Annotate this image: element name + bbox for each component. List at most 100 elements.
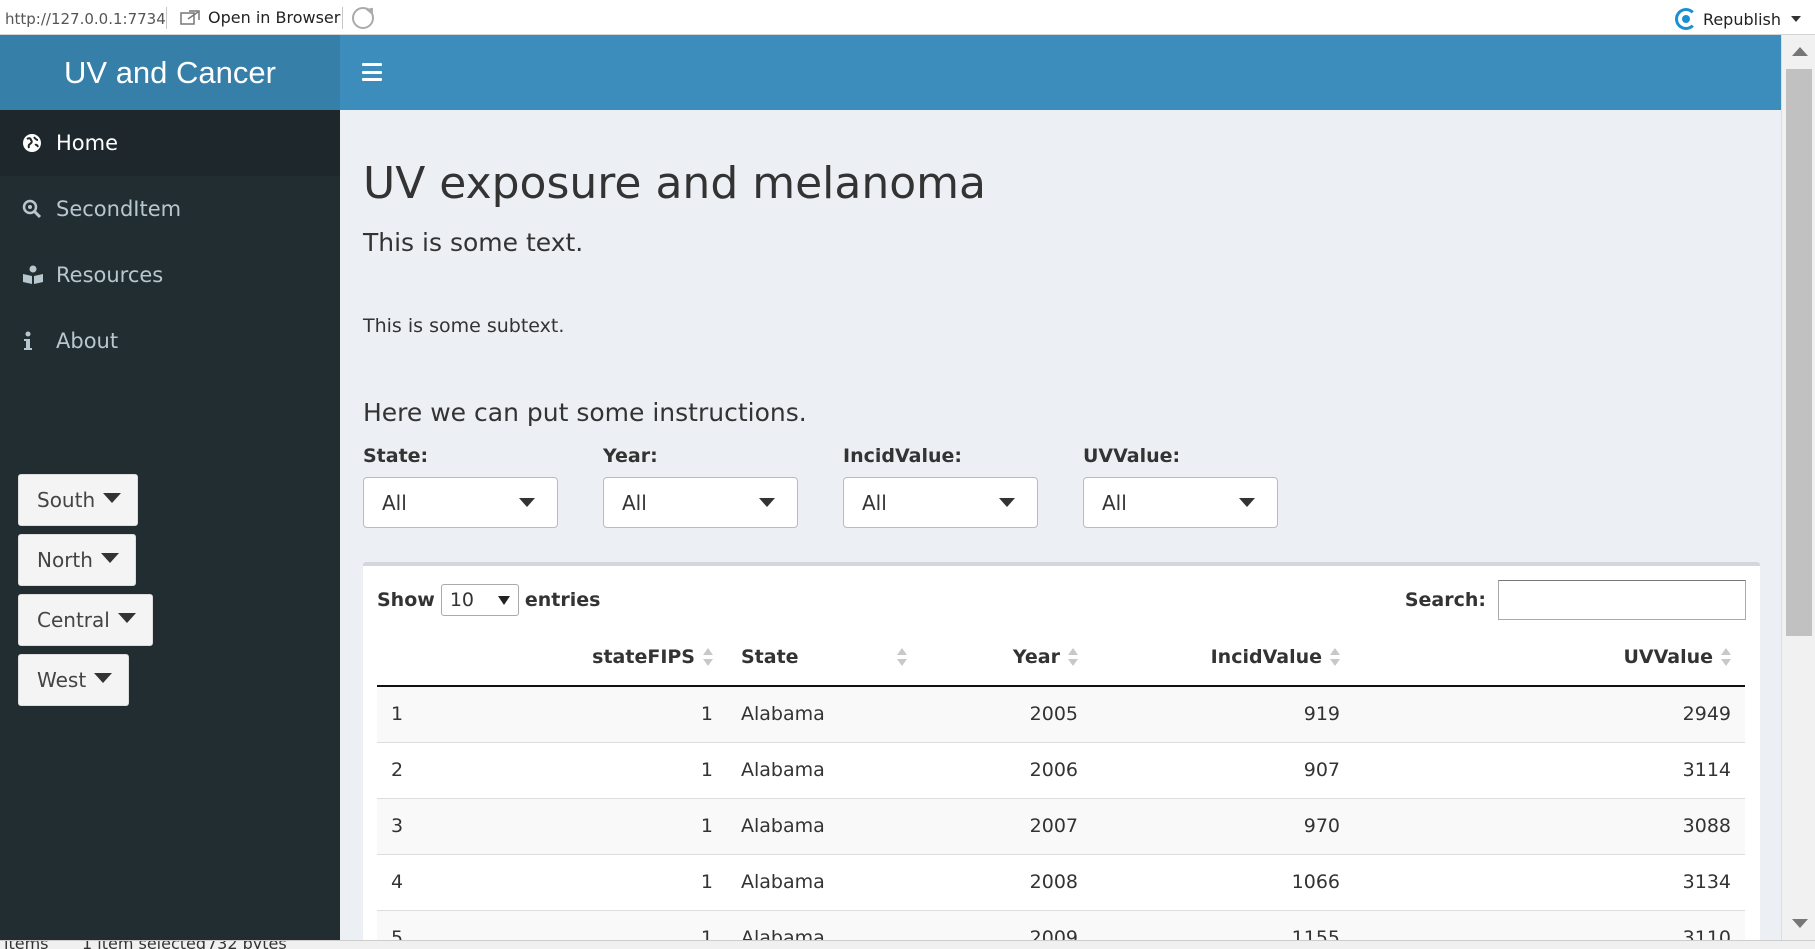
chevron-down-icon [1791,16,1801,22]
cell-index: 5 [377,910,487,940]
dropdown-label: South [37,488,96,512]
north-dropdown-button[interactable]: North [18,534,136,586]
cell-index: 3 [377,798,487,855]
incidvalue-select[interactable]: All [843,477,1038,528]
address-url[interactable]: http://127.0.0.1:7734 [5,10,166,28]
central-dropdown-button[interactable]: Central [18,594,153,646]
caret-down-icon [1239,498,1255,507]
sidebar-item-about[interactable]: About [0,308,340,374]
entries-select[interactable]: 10 [440,584,519,616]
state-select[interactable]: All [363,477,558,528]
cell-statefips: 1 [487,686,727,743]
south-dropdown-button[interactable]: South [18,474,139,526]
dropdown-label: North [37,548,93,572]
status-selected: 1 item selected [82,941,206,949]
republish-button[interactable]: Republish [1674,8,1801,30]
vertical-scrollbar[interactable] [1781,35,1815,940]
dropdown-label: Central [37,608,110,632]
cell-uvvalue: 3088 [1354,798,1745,855]
table-header-row: stateFIPS State Year IncidValue UVValue [377,628,1745,687]
table-row[interactable]: 3 1 Alabama 2007 970 3088 [377,798,1745,855]
cell-incidvalue: 1155 [1092,910,1354,940]
open-window-icon [180,9,200,25]
subtext: This is some subtext. [363,315,565,337]
cell-incidvalue: 1066 [1092,854,1354,911]
column-header-state[interactable]: State [727,628,917,687]
sidebar-item-label: Home [56,131,119,155]
select-value: All [622,490,647,515]
filter-label: Year: [603,445,658,467]
sidebar-item-home[interactable]: Home [0,110,340,176]
cell-state: Alabama [727,910,917,940]
select-value: All [382,490,407,515]
info-icon [22,331,56,351]
toolbar-separator [166,7,167,29]
select-value: All [1102,490,1127,515]
filter-label: UVValue: [1083,445,1181,467]
west-dropdown-button[interactable]: West [18,654,130,706]
sidebar-item-resources[interactable]: Resources [0,242,340,308]
caret-down-icon [759,498,775,507]
entries-label: entries [524,589,601,611]
table-row[interactable]: 2 1 Alabama 2006 907 3114 [377,742,1745,799]
sidebar-item-seconditem[interactable]: SecondItem [0,176,340,242]
refresh-icon[interactable] [352,7,374,29]
cell-uvvalue: 3114 [1354,742,1745,799]
status-size: 732 bytes [207,941,287,949]
open-in-browser-button[interactable]: Open in Browser [180,8,340,27]
table-row[interactable]: 5 1 Alabama 2009 1155 3110 [377,910,1745,940]
cell-state: Alabama [727,854,917,911]
republish-label: Republish [1702,9,1781,29]
sort-icon [1330,647,1340,667]
toolbar-separator [342,7,343,29]
sort-icon [897,647,907,667]
column-header-statefips[interactable]: stateFIPS [487,628,727,687]
cell-year: 2008 [917,854,1092,911]
cell-year: 2007 [917,798,1092,855]
open-in-browser-label: Open in Browser [208,8,341,27]
uvvalue-select[interactable]: All [1083,477,1278,528]
sidebar: Home SecondItem Resources About South No… [0,110,340,940]
sidebar-item-label: About [56,329,119,353]
scroll-down-icon[interactable] [1792,919,1808,928]
cell-year: 2005 [917,686,1092,743]
sort-icon [703,647,713,667]
cell-state: Alabama [727,686,917,743]
uvvalue-filter: UVValue: All [1083,445,1278,528]
table-row[interactable]: 4 1 Alabama 2008 1066 3134 [377,854,1745,911]
cell-statefips: 1 [487,742,727,799]
sidebar-item-label: SecondItem [56,197,182,221]
scrollbar-thumb[interactable] [1786,69,1812,636]
table-search: Search: [1405,580,1746,620]
sidebar-item-label: Resources [56,263,164,287]
cell-index: 1 [377,686,487,743]
sidebar-toggle-icon[interactable] [362,63,382,81]
caret-down-icon [519,498,535,507]
cell-index: 4 [377,854,487,911]
globe-icon [22,133,56,153]
book-reader-icon [22,265,56,285]
search-icon [22,199,56,219]
app-logo-title[interactable]: UV and Cancer [0,35,340,110]
lead-text: This is some text. [363,228,584,257]
dropdown-label: West [37,668,87,692]
cell-year: 2009 [917,910,1092,940]
column-header-uvvalue[interactable]: UVValue [1354,628,1745,687]
content-wrapper: UV exposure and melanoma This is some te… [340,110,1781,940]
cell-state: Alabama [727,742,917,799]
column-header-year[interactable]: Year [917,628,1092,687]
show-label: Show [377,589,435,611]
cell-state: Alabama [727,798,917,855]
cell-incidvalue: 919 [1092,686,1354,743]
year-select[interactable]: All [603,477,798,528]
table-row[interactable]: 1 1 Alabama 2005 919 2949 [377,686,1745,743]
cell-uvvalue: 2949 [1354,686,1745,743]
year-filter: Year: All [603,445,798,528]
search-input[interactable] [1498,580,1746,620]
sort-icon [1721,647,1731,667]
data-table-box: Show 10 entries Search: stateFIPS State … [363,562,1760,940]
scroll-up-icon[interactable] [1792,47,1808,56]
column-header-incidvalue[interactable]: IncidValue [1092,628,1354,687]
instructions-text: Here we can put some instructions. [363,398,807,427]
incidvalue-filter: IncidValue: All [843,445,1038,528]
